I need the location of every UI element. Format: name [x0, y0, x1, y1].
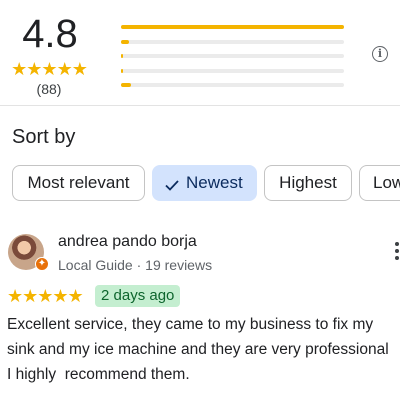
more-vert-icon[interactable] — [395, 242, 400, 263]
rating-bar-fill — [121, 68, 124, 73]
review-stars: ★★★★★ — [7, 286, 84, 306]
rating-bar-3[interactable] — [121, 54, 344, 58]
rating-bar-4[interactable] — [121, 39, 344, 44]
local-guide-badge-icon: ✦ — [35, 257, 49, 271]
info-icon[interactable]: i — [372, 46, 388, 62]
rating-summary: 4.8 ★★★★★ (88) i — [0, 0, 400, 104]
sort-chip-most-relevant[interactable]: Most relevant — [12, 165, 145, 201]
rating-bar-fill — [121, 83, 132, 87]
sort-by-label: Sort by — [12, 126, 76, 148]
rating-bar-fill — [121, 25, 344, 29]
rating-distribution — [121, 25, 344, 98]
sort-chip-lowest[interactable]: Lowest — [359, 165, 400, 201]
sort-chip-label: Most relevant — [27, 173, 130, 192]
sort-chip-newest[interactable]: Newest — [152, 165, 257, 201]
review-text-line: Excellent service, they came to my busin… — [7, 316, 374, 333]
review-text-line: I highly recommend them. — [7, 366, 190, 383]
rating-bar-2[interactable] — [121, 68, 344, 73]
check-icon — [164, 167, 180, 201]
sort-chip-label: Lowest — [373, 173, 400, 192]
rating-bar-fill — [121, 54, 124, 58]
sort-chip-label: Newest — [186, 173, 243, 192]
average-rating: 4.8 — [22, 12, 78, 56]
review-count: (88) — [36, 81, 62, 97]
sort-chip-label: Highest — [279, 173, 337, 192]
average-rating-stars: ★★★★★ — [11, 59, 88, 79]
reviewer-name[interactable]: andrea pando borja — [58, 232, 197, 252]
review-date-badge: 2 days ago — [95, 285, 181, 307]
review-text[interactable]: Excellent service, they came to my busin… — [7, 312, 400, 387]
reviewer-meta[interactable]: Local Guide · 19 reviews — [58, 256, 212, 274]
sort-chip-highest[interactable]: Highest — [264, 165, 352, 201]
rating-bar-fill — [121, 39, 129, 44]
divider — [0, 105, 400, 106]
sort-options: Most relevant Newest Highest Lowest — [12, 165, 400, 201]
review-text-line: sink and my ice machine and they are ver… — [7, 341, 389, 358]
rating-bar-1[interactable] — [121, 83, 344, 87]
rating-bar-5[interactable] — [121, 25, 344, 29]
